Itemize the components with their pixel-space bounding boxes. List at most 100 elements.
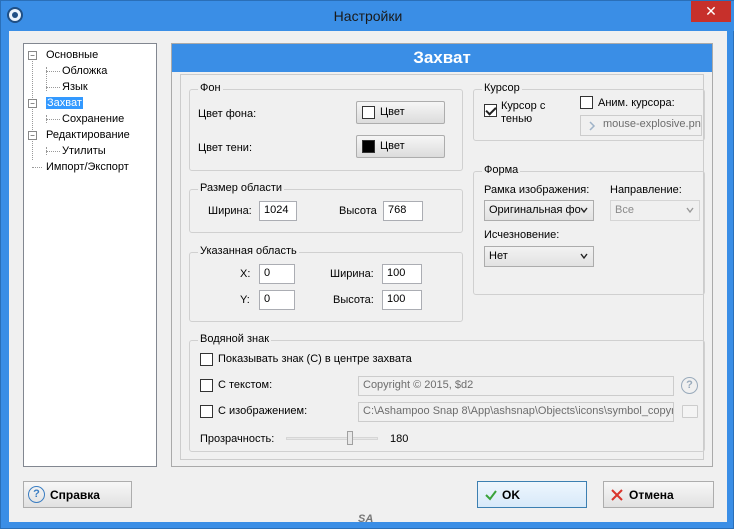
ok-button[interactable]: OK [477, 481, 587, 508]
area-size-legend: Размер области [198, 182, 285, 194]
area-height-label: Высота [339, 205, 377, 217]
tree-item-import-export[interactable]: Импорт/Экспорт [46, 160, 129, 175]
chevron-down-icon [686, 207, 694, 214]
transparency-value: 180 [390, 433, 409, 445]
animate-cursor-checkbox[interactable] [580, 96, 593, 109]
fade-label: Исчезновение: [484, 229, 560, 241]
bg-color-swatch [362, 106, 375, 119]
cursor-shadow-label: Курсор с тенью [501, 100, 545, 126]
settings-tree: − Основные Обложка Язык − Захват Сохране… [23, 43, 157, 467]
background-legend: Фон [198, 82, 223, 94]
cursor-shadow-checkbox[interactable] [484, 104, 497, 117]
info-icon[interactable]: ? [681, 377, 698, 394]
tree-item-capture[interactable]: − Захват [28, 96, 83, 111]
watermark-image-checkbox[interactable] [200, 405, 213, 418]
tree-line [46, 119, 60, 120]
watermark-text-label: С текстом: [218, 379, 273, 391]
tree-item-language[interactable]: Язык [62, 80, 88, 95]
chevron-down-icon [580, 253, 588, 260]
fade-select[interactable]: Нет [484, 246, 594, 267]
shadow-color-label: Цвет тени: [198, 142, 253, 154]
panel-title: Захват [172, 44, 712, 72]
custom-height-label: Высота: [333, 294, 374, 306]
cursor-shadow-label-line1: Курсор с [501, 100, 546, 112]
shape-group: Форма Рамка изображения: Оригинальная фо… [473, 164, 705, 295]
tree-item-label: Обложка [62, 65, 108, 77]
title-bar[interactable]: Настройки ✕ [1, 1, 734, 31]
folder-icon[interactable] [682, 405, 698, 418]
tree-item-saving[interactable]: Сохранение [62, 112, 124, 127]
help-button[interactable]: ? Справка [23, 481, 132, 508]
tree-item-label: Сохранение [62, 113, 125, 125]
watermark-text-checkbox[interactable] [200, 379, 213, 392]
y-label: Y: [240, 294, 250, 306]
window-client: − Основные Обложка Язык − Захват Сохране… [9, 31, 727, 522]
area-height-input[interactable]: 768 [383, 201, 423, 221]
chevron-down-icon [580, 207, 588, 214]
tree-item-label: Захват [46, 97, 83, 109]
area-width-label: Ширина: [208, 205, 252, 217]
bg-color-button[interactable]: Цвет [356, 101, 445, 124]
watermark-text-input[interactable]: Copyright © 2015, $d2 [358, 376, 674, 396]
close-button[interactable]: ✕ [691, 1, 731, 22]
transparency-slider-thumb[interactable] [347, 431, 354, 445]
watermark-center-label: Показывать знак (С) в центре захвата [218, 353, 412, 365]
watermark-image-input[interactable]: C:\Ashampoo Snap 8\App\ashsnap\Objects\i… [358, 402, 674, 422]
x-input[interactable]: 0 [259, 264, 295, 284]
shape-legend: Форма [482, 164, 521, 176]
background-group: Фон Цвет фона: Цвет Цвет тени: Цвет [189, 82, 463, 171]
cursor-file-field[interactable]: mouse-explosive.pn [580, 115, 702, 136]
tree-line [46, 151, 60, 152]
watermark-image-label: С изображением: [218, 405, 308, 417]
tree-line [32, 167, 42, 168]
y-input[interactable]: 0 [259, 290, 295, 310]
area-width-input[interactable]: 1024 [259, 201, 297, 221]
cursor-file-value: mouse-explosive.pn [603, 118, 701, 130]
transparency-label: Прозрачность: [200, 433, 275, 445]
tree-item-label: Язык [62, 81, 88, 93]
watermark-group: Водяной знак Показывать знак (С) в центр… [189, 333, 705, 452]
collapse-icon[interactable]: − [28, 131, 37, 140]
watermark-center-checkbox[interactable] [200, 353, 213, 366]
custom-height-input[interactable]: 100 [382, 290, 422, 310]
tree-item-label: Основные [46, 49, 99, 61]
direction-select[interactable]: Все [610, 200, 700, 221]
cancel-button[interactable]: Отмена [603, 481, 714, 508]
x-label: X: [240, 268, 251, 280]
collapse-icon[interactable]: − [28, 51, 37, 60]
panel-body: Фон Цвет фона: Цвет Цвет тени: Цвет Разм… [180, 74, 705, 460]
ok-button-label: OK [502, 488, 520, 502]
chevron-right-icon [589, 121, 596, 131]
shadow-color-swatch [362, 140, 375, 153]
shadow-color-button-label: Цвет [380, 140, 405, 152]
tree-item-editing[interactable]: − Редактирование [28, 128, 130, 143]
tree-item-main[interactable]: − Основные [28, 48, 98, 63]
bg-color-label: Цвет фона: [198, 108, 257, 120]
area-size-group: Размер области Ширина: 1024 Высота 768 [189, 182, 463, 233]
direction-select-value: Все [615, 204, 634, 216]
watermark-legend: Водяной знак [198, 333, 272, 345]
frame-select-value: Оригинальная фо [489, 204, 581, 216]
signature-mark: SA [358, 513, 374, 525]
collapse-icon[interactable]: − [28, 99, 37, 108]
fade-select-value: Нет [489, 250, 508, 262]
tree-item-cover[interactable]: Обложка [62, 64, 107, 79]
cursor-shadow-label-line2: тенью [501, 113, 533, 125]
tree-item-label: Импорт/Экспорт [46, 161, 129, 173]
tree-item-utilities[interactable]: Утилиты [62, 144, 106, 159]
bg-color-button-label: Цвет [380, 106, 405, 118]
window-title: Настройки [333, 8, 403, 24]
transparency-slider-track[interactable] [286, 437, 378, 440]
custom-width-input[interactable]: 100 [382, 264, 422, 284]
custom-area-group: Указанная область X: 0 Ширина: 100 Y: 0 … [189, 245, 463, 322]
tree-line [46, 87, 60, 88]
direction-label: Направление: [610, 184, 682, 196]
settings-window: Настройки ✕ − Основные Обложка Язык − За… [0, 0, 734, 529]
cancel-x-icon [611, 489, 623, 501]
tree-line [46, 71, 60, 72]
help-icon: ? [28, 486, 45, 503]
shadow-color-button[interactable]: Цвет [356, 135, 445, 158]
custom-width-label: Ширина: [330, 268, 374, 280]
cursor-group: Курсор Курсор с тенью Аним. курсора: mous… [473, 82, 705, 141]
frame-select[interactable]: Оригинальная фо [484, 200, 594, 221]
